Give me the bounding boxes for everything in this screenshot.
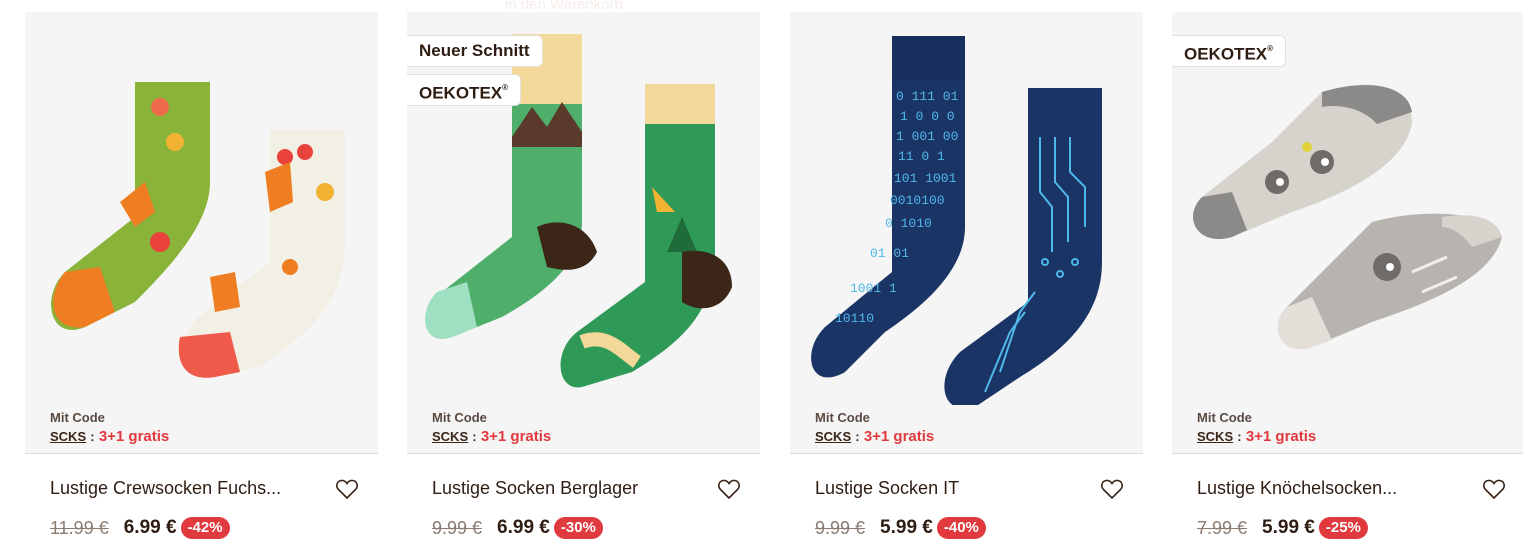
product-name[interactable]: Lustige Knöchelsocken... — [1197, 478, 1397, 499]
promo-code-banner: Mit Code SCKS : 3+1 gratis — [25, 405, 378, 454]
old-price: 9.99 € — [815, 517, 866, 538]
product-name[interactable]: Lustige Socken Berglager — [432, 478, 638, 499]
discount-badge: -30% — [553, 517, 603, 539]
promo-separator: : — [472, 429, 477, 444]
promo-deal: 3+1 gratis — [863, 428, 935, 445]
promo-code[interactable]: SCKS — [1197, 429, 1233, 444]
price-row: 11.99 € 6.99 € -42% — [50, 516, 230, 540]
svg-text:01 01: 01 01 — [870, 246, 909, 261]
promo-separator: : — [1237, 429, 1242, 444]
current-price: 5.99 € — [880, 517, 933, 538]
svg-text:0 111 01: 0 111 01 — [896, 89, 959, 104]
promo-separator: : — [855, 429, 860, 444]
promo-code-line: SCKS : 3+1 gratis — [815, 428, 934, 445]
promo-code-line: SCKS : 3+1 gratis — [432, 428, 551, 445]
product-card-raccoon[interactable]: OEKOTEX® Mit Code SCKS : 3+1 gratis Lust… — [1172, 12, 1523, 552]
old-price: 9.99 € — [432, 517, 483, 538]
sock-illustration-fox — [51, 82, 345, 378]
svg-text:101 1001: 101 1001 — [894, 171, 957, 186]
promo-code-line: SCKS : 3+1 gratis — [1197, 428, 1316, 445]
svg-text:1001 1: 1001 1 — [850, 281, 897, 296]
promo-code-line: SCKS : 3+1 gratis — [50, 428, 169, 445]
promo-code-banner: Mit Code SCKS : 3+1 gratis — [407, 405, 760, 454]
badge-new-fit: Neuer Schnitt — [407, 35, 543, 67]
current-price: 5.99 € — [1262, 517, 1315, 538]
promo-code-banner: Mit Code SCKS : 3+1 gratis — [1172, 405, 1523, 454]
product-image[interactable]: OEKOTEX® — [1172, 12, 1523, 405]
promo-code-banner: Mit Code SCKS : 3+1 gratis — [790, 405, 1143, 454]
wishlist-heart-icon[interactable] — [1482, 478, 1506, 500]
promo-code[interactable]: SCKS — [815, 429, 851, 444]
promo-code[interactable]: SCKS — [432, 429, 468, 444]
badge-oekotex: OEKOTEX® — [1172, 35, 1287, 67]
product-image[interactable]: Neuer Schnitt OEKOTEX® — [407, 12, 760, 405]
promo-label: Mit Code — [1197, 410, 1252, 425]
product-image[interactable] — [25, 12, 378, 405]
sock-illustration-mountains — [425, 34, 732, 388]
svg-text:0010100: 0010100 — [890, 193, 945, 208]
wishlist-heart-icon[interactable] — [717, 478, 741, 500]
wishlist-heart-icon[interactable] — [1100, 478, 1124, 500]
sock-illustration-raccoon — [1193, 84, 1502, 349]
promo-label: Mit Code — [432, 410, 487, 425]
svg-text:0 1010: 0 1010 — [885, 216, 932, 231]
registered-mark-icon: ® — [502, 83, 509, 92]
product-card-it[interactable]: 0 111 01 1 0 0 0 1 001 00 11 0 1 101 1001 0… — [790, 12, 1143, 552]
svg-text:10110: 10110 — [835, 311, 874, 326]
old-price: 11.99 € — [50, 517, 109, 538]
price-row: 7.99 € 5.99 € -25% — [1197, 516, 1368, 540]
old-price: 7.99 € — [1197, 517, 1248, 538]
product-card-fox[interactable]: Mit Code SCKS : 3+1 gratis Lustige Crews… — [25, 12, 378, 552]
product-image[interactable]: 0 111 01 1 0 0 0 1 001 00 11 0 1 101 1001 0… — [790, 12, 1143, 405]
svg-text:1 0 0 0: 1 0 0 0 — [900, 109, 955, 124]
current-price: 6.99 € — [497, 517, 550, 538]
badge-oekotex-text: OEKOTEX — [419, 83, 503, 103]
promo-label: Mit Code — [50, 410, 105, 425]
product-name[interactable]: Lustige Crewsocken Fuchs... — [50, 478, 281, 499]
price-row: 9.99 € 6.99 € -30% — [432, 516, 603, 540]
product-name[interactable]: Lustige Socken IT — [815, 478, 959, 499]
promo-deal: 3+1 gratis — [480, 428, 552, 445]
promo-deal: 3+1 gratis — [98, 428, 170, 445]
badge-oekotex: OEKOTEX® — [407, 74, 522, 106]
promo-code[interactable]: SCKS — [50, 429, 86, 444]
current-price: 6.99 € — [123, 517, 177, 538]
registered-mark-icon: ® — [1267, 44, 1274, 53]
discount-badge: -25% — [1318, 517, 1368, 539]
svg-text:11 0 1: 11 0 1 — [898, 149, 945, 164]
promo-separator: : — [90, 429, 95, 444]
sock-illustration-binary: 0 111 01 1 0 0 0 1 001 00 11 0 1 101 1001 0… — [811, 36, 1102, 405]
discount-badge: -40% — [936, 517, 986, 539]
svg-text:1 001 00: 1 001 00 — [896, 129, 958, 144]
wishlist-heart-icon[interactable] — [335, 478, 359, 500]
product-card-berglager[interactable]: Neuer Schnitt OEKOTEX® Mit Code SCKS : 3… — [407, 12, 760, 552]
discount-badge: -42% — [180, 517, 230, 539]
price-row: 9.99 € 5.99 € -40% — [815, 516, 986, 540]
promo-label: Mit Code — [815, 410, 870, 425]
promo-deal: 3+1 gratis — [1245, 428, 1317, 445]
badge-oekotex-text: OEKOTEX — [1184, 44, 1268, 64]
